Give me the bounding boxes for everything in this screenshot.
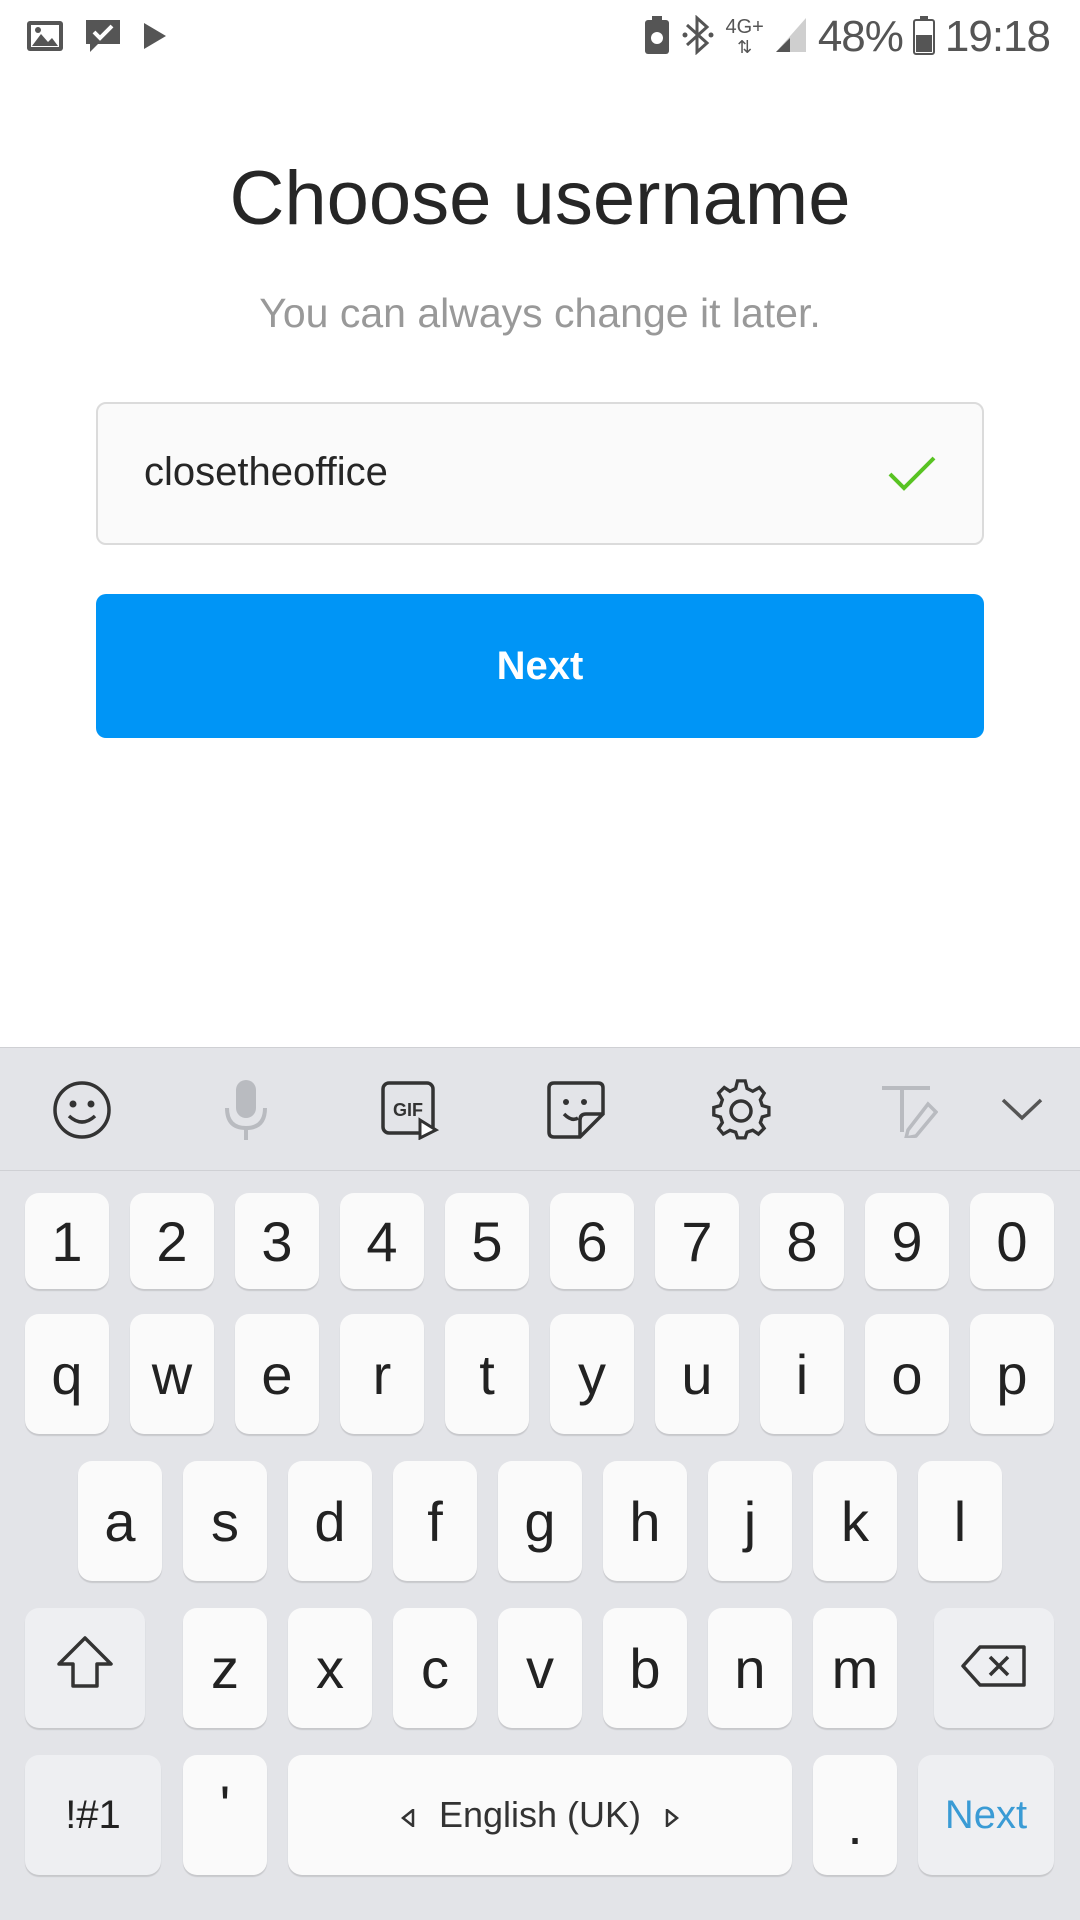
key-v[interactable]: v bbox=[498, 1608, 582, 1728]
microphone-icon[interactable] bbox=[214, 1078, 278, 1142]
key-c[interactable]: c bbox=[393, 1608, 477, 1728]
page-subtitle: You can always change it later. bbox=[259, 290, 821, 336]
signal-icon bbox=[774, 16, 808, 59]
key-b[interactable]: b bbox=[603, 1608, 687, 1728]
key-9[interactable]: 9 bbox=[865, 1193, 949, 1289]
key-2[interactable]: 2 bbox=[130, 1193, 214, 1289]
key-s[interactable]: s bbox=[183, 1461, 267, 1581]
keyboard-next-key[interactable]: Next bbox=[918, 1755, 1054, 1875]
username-input[interactable]: closetheoffice bbox=[96, 402, 984, 545]
handwriting-icon[interactable] bbox=[876, 1078, 940, 1142]
collapse-keyboard-icon[interactable] bbox=[990, 1078, 1054, 1142]
key-r[interactable]: r bbox=[340, 1314, 424, 1434]
apostrophe-key[interactable]: ' bbox=[183, 1755, 267, 1875]
shift-key[interactable] bbox=[25, 1608, 145, 1728]
page-title: Choose username bbox=[229, 156, 851, 241]
status-bar: 4G+ ⇅ 48% 19:18 bbox=[0, 0, 1080, 76]
space-key-content: English (UK) bbox=[400, 1794, 680, 1836]
language-next-icon bbox=[665, 1794, 680, 1836]
key-6[interactable]: 6 bbox=[550, 1193, 634, 1289]
username-value: closetheoffice bbox=[144, 450, 388, 494]
key-w[interactable]: w bbox=[130, 1314, 214, 1434]
key-t[interactable]: t bbox=[445, 1314, 529, 1434]
gallery-icon bbox=[26, 20, 64, 57]
network-type: 4G+ ⇅ bbox=[725, 16, 764, 57]
key-e[interactable]: e bbox=[235, 1314, 319, 1434]
gif-icon[interactable]: GIF bbox=[378, 1078, 442, 1142]
key-j[interactable]: j bbox=[708, 1461, 792, 1581]
sticker-icon[interactable] bbox=[544, 1078, 608, 1142]
key-u[interactable]: u bbox=[655, 1314, 739, 1434]
key-i[interactable]: i bbox=[760, 1314, 844, 1434]
key-4[interactable]: 4 bbox=[340, 1193, 424, 1289]
key-7[interactable]: 7 bbox=[655, 1193, 739, 1289]
key-k[interactable]: k bbox=[813, 1461, 897, 1581]
system-status: 4G+ ⇅ 48% 19:18 bbox=[643, 12, 1051, 62]
key-1[interactable]: 1 bbox=[25, 1193, 109, 1289]
backspace-key[interactable] bbox=[934, 1608, 1054, 1728]
check-icon bbox=[886, 452, 938, 496]
battery-percent: 48% bbox=[817, 12, 904, 61]
emoji-icon[interactable] bbox=[50, 1078, 114, 1142]
screen: 4G+ ⇅ 48% 19:18 Choose username You can … bbox=[0, 0, 1080, 1920]
period-key[interactable]: . bbox=[813, 1755, 897, 1875]
clock: 19:18 bbox=[944, 12, 1051, 61]
svg-text:GIF: GIF bbox=[393, 1100, 423, 1120]
shift-icon bbox=[55, 1634, 115, 1703]
settings-icon[interactable] bbox=[710, 1078, 774, 1142]
space-key-label: English (UK) bbox=[438, 1794, 642, 1835]
keyboard: GIF 1 2 3 4 5 6 7 8 9 0 q w e r t y u i … bbox=[0, 1047, 1080, 1920]
battery-saver-icon bbox=[643, 15, 671, 60]
key-m[interactable]: m bbox=[813, 1608, 897, 1728]
key-d[interactable]: d bbox=[288, 1461, 372, 1581]
key-a[interactable]: a bbox=[78, 1461, 162, 1581]
data-arrows-icon: ⇅ bbox=[737, 37, 753, 57]
play-icon bbox=[142, 21, 168, 56]
key-o[interactable]: o bbox=[865, 1314, 949, 1434]
battery-icon bbox=[912, 15, 935, 60]
key-l[interactable]: l bbox=[918, 1461, 1002, 1581]
notification-icons bbox=[26, 18, 168, 59]
space-key[interactable]: English (UK) bbox=[288, 1755, 792, 1875]
backspace-icon bbox=[960, 1636, 1028, 1701]
symbols-key-label: !#1 bbox=[65, 1792, 121, 1837]
language-prev-icon bbox=[400, 1794, 415, 1836]
symbols-key[interactable]: !#1 bbox=[25, 1755, 161, 1875]
keyboard-next-label: Next bbox=[944, 1792, 1028, 1837]
key-f[interactable]: f bbox=[393, 1461, 477, 1581]
key-3[interactable]: 3 bbox=[235, 1193, 319, 1289]
key-g[interactable]: g bbox=[498, 1461, 582, 1581]
key-n[interactable]: n bbox=[708, 1608, 792, 1728]
key-z[interactable]: z bbox=[183, 1608, 267, 1728]
key-0[interactable]: 0 bbox=[970, 1193, 1054, 1289]
next-button[interactable]: Next bbox=[96, 594, 984, 738]
key-h[interactable]: h bbox=[603, 1461, 687, 1581]
message-icon bbox=[84, 18, 122, 59]
key-p[interactable]: p bbox=[970, 1314, 1054, 1434]
key-y[interactable]: y bbox=[550, 1314, 634, 1434]
keyboard-toolbar: GIF bbox=[0, 1048, 1080, 1171]
key-x[interactable]: x bbox=[288, 1608, 372, 1728]
key-8[interactable]: 8 bbox=[760, 1193, 844, 1289]
key-q[interactable]: q bbox=[25, 1314, 109, 1434]
bluetooth-icon bbox=[681, 14, 715, 60]
key-5[interactable]: 5 bbox=[445, 1193, 529, 1289]
